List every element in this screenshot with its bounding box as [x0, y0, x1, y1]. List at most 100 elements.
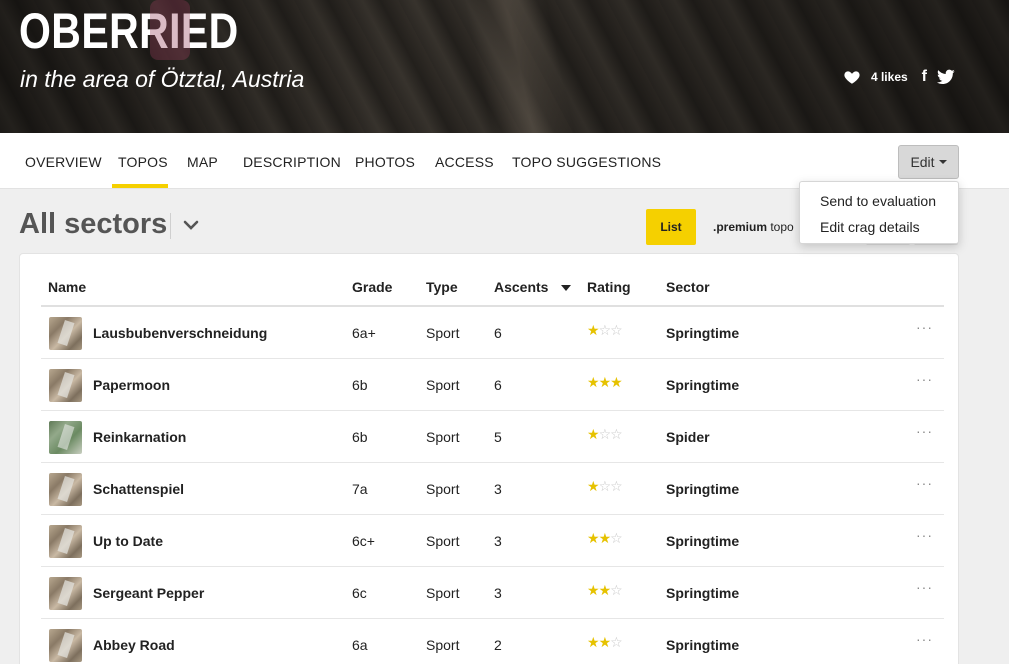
route-grade: 6c+ [352, 533, 375, 549]
star-empty-icon: ☆ [610, 323, 623, 339]
menu-item-send-to-evaluation[interactable]: Send to evaluation [820, 193, 936, 209]
edit-button-label: Edit [910, 154, 935, 170]
more-options-icon[interactable]: ··· [916, 371, 933, 387]
column-header-grade[interactable]: Grade [352, 279, 392, 295]
route-name[interactable]: Schattenspiel [93, 481, 184, 497]
column-header-type[interactable]: Type [426, 279, 458, 295]
table-row[interactable]: Lausbubenverschneidung 6a+ Sport 6 ★☆☆ Spring… [41, 307, 944, 359]
route-sector: Springtime [666, 325, 740, 341]
menu-item-edit-crag-details[interactable]: Edit crag details [820, 219, 920, 235]
route-type: Sport [426, 637, 460, 653]
more-options-icon[interactable]: ··· [916, 527, 933, 543]
star-filled-icon: ★ [598, 375, 612, 391]
star-filled-icon: ★ [598, 635, 612, 651]
likes-count[interactable]: 4 likes [871, 70, 908, 84]
twitter-icon[interactable] [937, 69, 955, 85]
star-filled-icon: ★ [598, 531, 612, 547]
route-thumbnail[interactable] [49, 577, 82, 610]
facebook-icon[interactable]: f [922, 68, 927, 86]
route-type: Sport [426, 325, 460, 341]
divider [170, 213, 171, 239]
route-sector: Springtime [666, 533, 740, 549]
star-empty-icon: ☆ [610, 479, 623, 495]
table-row[interactable]: Reinkarnation 6b Sport 5 ★☆☆ Spider ··· [41, 411, 944, 463]
rating-stars: ★★☆ [587, 583, 623, 599]
sort-desc-icon[interactable] [561, 285, 571, 291]
route-thumbnail[interactable] [49, 317, 82, 350]
premium-topo-link[interactable]: .premium topo [713, 220, 794, 234]
star-filled-icon: ★ [587, 427, 600, 443]
route-grade: 6c [352, 585, 367, 601]
route-sector: Springtime [666, 585, 740, 601]
route-type: Sport [426, 377, 460, 393]
route-type: Sport [426, 533, 460, 549]
route-thumbnail[interactable] [49, 421, 82, 454]
route-name[interactable]: Reinkarnation [93, 429, 186, 445]
rating-stars: ★☆☆ [587, 427, 623, 443]
column-header-ascents[interactable]: Ascents [494, 279, 548, 295]
route-ascents: 6 [494, 377, 502, 393]
tab-overview[interactable]: OVERVIEW [25, 154, 102, 170]
table-row[interactable]: Schattenspiel 7a Sport 3 ★☆☆ Springtime ··· [41, 463, 944, 515]
tab-topo-suggestions[interactable]: TOPO SUGGESTIONS [512, 154, 661, 170]
table-row[interactable]: Papermoon 6b Sport 6 ★★★ Springtime ··· [41, 359, 944, 411]
tab-access[interactable]: ACCESS [435, 154, 494, 170]
routes-table: Name Grade Type Ascents Rating Sector La… [19, 253, 959, 664]
route-name[interactable]: Sergeant Pepper [93, 585, 204, 601]
table-row[interactable]: Abbey Road 6a Sport 2 ★★☆ Springtime ··· [41, 619, 944, 664]
tab-photos[interactable]: PHOTOS [355, 154, 415, 170]
more-options-icon[interactable]: ··· [916, 631, 933, 647]
column-header-name[interactable]: Name [48, 279, 86, 295]
route-grade: 6b [352, 377, 368, 393]
star-filled-icon: ★ [587, 479, 600, 495]
hero-banner: OBERRIED in the area of Ötztal, Austria … [0, 0, 1009, 133]
route-thumbnail[interactable] [49, 369, 82, 402]
route-grade: 6b [352, 429, 368, 445]
more-options-icon[interactable]: ··· [916, 319, 933, 335]
route-sector: Springtime [666, 377, 740, 393]
route-thumbnail[interactable] [49, 525, 82, 558]
route-thumbnail[interactable] [49, 473, 82, 506]
route-name[interactable]: Up to Date [93, 533, 163, 549]
route-ascents: 6 [494, 325, 502, 341]
route-grade: 6a+ [352, 325, 376, 341]
premium-topo-label: topo [767, 220, 794, 234]
route-name[interactable]: Papermoon [93, 377, 170, 393]
route-name[interactable]: Lausbubenverschneidung [93, 325, 267, 341]
list-view-button[interactable]: List [646, 209, 696, 245]
crag-location: in the area of Ötztal, Austria [20, 66, 305, 92]
column-header-rating[interactable]: Rating [587, 279, 631, 295]
tab-description[interactable]: DESCRIPTION [243, 154, 341, 170]
route-sector: Springtime [666, 637, 740, 653]
active-tab-indicator [112, 184, 168, 188]
more-options-icon[interactable]: ··· [916, 579, 933, 595]
route-ascents: 5 [494, 429, 502, 445]
premium-label: .premium [713, 220, 768, 234]
route-ascents: 3 [494, 481, 502, 497]
route-sector: Springtime [666, 481, 740, 497]
rating-stars: ★☆☆ [587, 479, 623, 495]
table-row[interactable]: Up to Date 6c+ Sport 3 ★★☆ Springtime ··· [41, 515, 944, 567]
more-options-icon[interactable]: ··· [916, 475, 933, 491]
star-empty-icon: ☆ [598, 323, 612, 339]
more-options-icon[interactable]: ··· [916, 423, 933, 439]
chevron-down-icon[interactable] [182, 216, 200, 234]
route-thumbnail[interactable] [49, 629, 82, 662]
edit-dropdown-menu: Send to evaluation Edit crag details [799, 181, 959, 244]
route-ascents: 2 [494, 637, 502, 653]
route-name[interactable]: Abbey Road [93, 637, 175, 653]
star-filled-icon: ★ [610, 375, 623, 391]
route-type: Sport [426, 429, 460, 445]
star-filled-icon: ★ [587, 583, 600, 599]
social-bar: 4 likes f [843, 68, 955, 86]
rating-stars: ★☆☆ [587, 323, 623, 339]
tab-topos[interactable]: TOPOS [118, 154, 168, 170]
table-row[interactable]: Sergeant Pepper 6c Sport 3 ★★☆ Springtime ··· [41, 567, 944, 619]
heart-icon[interactable] [843, 68, 861, 86]
column-header-sector[interactable]: Sector [666, 279, 710, 295]
caret-down-icon [938, 160, 947, 164]
tab-map[interactable]: MAP [187, 154, 218, 170]
route-ascents: 3 [494, 533, 502, 549]
route-type: Sport [426, 481, 460, 497]
edit-button[interactable]: Edit [898, 145, 959, 179]
